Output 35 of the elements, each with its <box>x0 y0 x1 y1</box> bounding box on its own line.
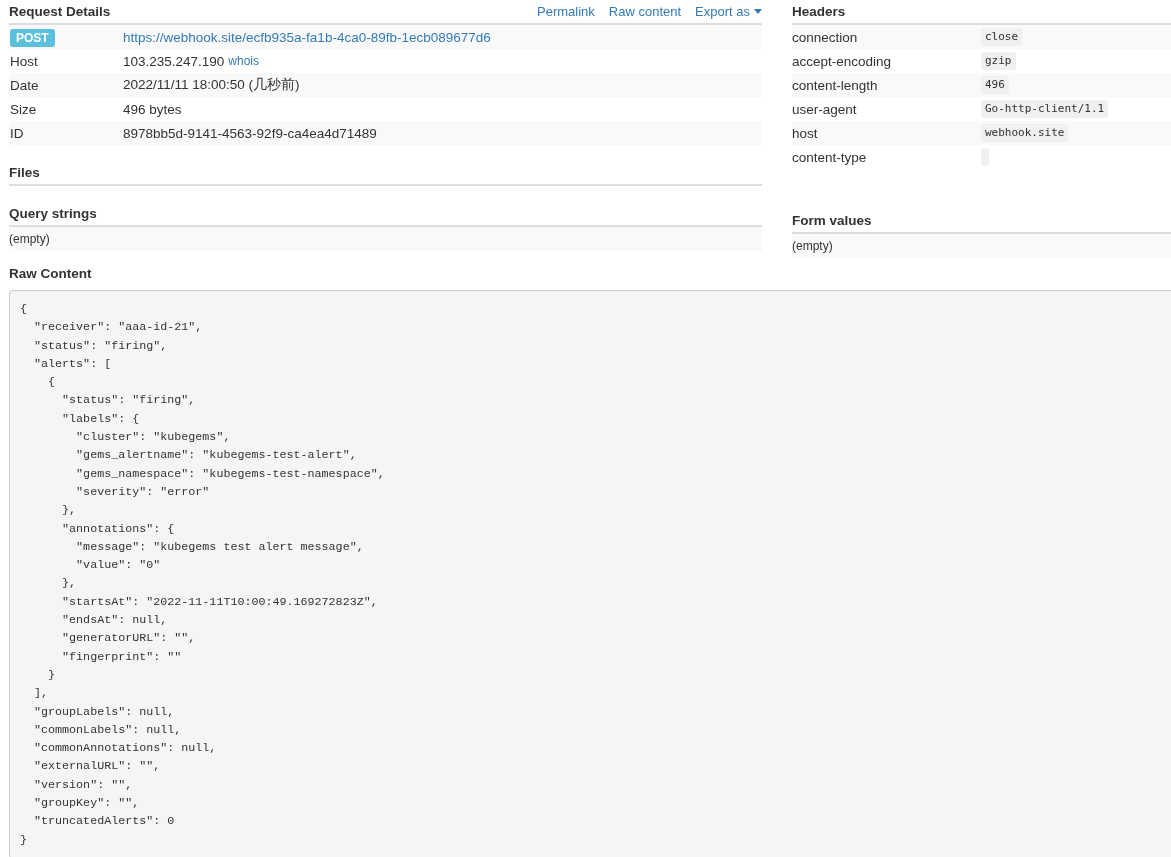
header-value: webhook.site <box>981 124 1069 142</box>
header-name: content-length <box>792 77 879 93</box>
export-dropdown[interactable]: Export as <box>695 4 762 19</box>
detail-value: 2022/11/11 18:00:50 (几秒前) <box>123 76 300 94</box>
header-value: Go-http-client/1.1 <box>981 100 1109 118</box>
section-title: Form values <box>792 213 872 228</box>
header-name: content-type <box>792 149 868 165</box>
detail-label: ID <box>9 125 25 141</box>
header-link[interactable]: Permalink <box>537 4 595 19</box>
section-title: Request Details <box>9 4 111 19</box>
header-name: host <box>792 125 819 141</box>
raw-content-code: { "receiver": "aaa-id-21", "status": "firing", "alerts": [ { "status": "firing", "labels": { "cluster": "kubegems", "gems_alertname": "kubegems-test-alert", "gems_namespace": "kubegems-test-namespace", "severity": "error" }, "annotations": { "message": "kubegems test alert message", "value": "0" }, "startsAt": "2022-11-11T10:00:49.169272823Z", "endsAt": null, "generatorURL": "", "fingerprint": "" } ], "groupLabels": null, "commonLabels": null, "commonAnnotations": null, "externalURL": "", "version": "", "groupKey": "", "truncatedAlerts": 0 } <box>9 290 1171 857</box>
empty-text: (empty) <box>792 239 833 253</box>
empty-text: (empty) <box>9 232 50 246</box>
request-url-link[interactable]: https://webhook.site/ecfb935a-fa1b-4ca0-89fb-1ecb089677d6 <box>123 29 491 45</box>
caret-icon <box>754 9 762 14</box>
header-value: gzip <box>981 52 1016 70</box>
detail-label: Date <box>9 77 40 93</box>
section-title: Headers <box>792 4 846 19</box>
detail-label: Size <box>9 101 38 117</box>
detail-value: 8978bb5d-9141-4563-92f9-ca4ea4d71489 <box>123 125 377 141</box>
section-title: Query strings <box>9 206 97 221</box>
detail-label: Host <box>9 53 39 69</box>
header-link[interactable]: Raw content <box>608 4 682 19</box>
detail-value: 103.235.247.190 <box>123 53 225 69</box>
section-title: Raw Content <box>9 266 92 281</box>
header-name: connection <box>792 29 859 45</box>
header-value: 496 <box>981 76 1009 94</box>
whois-link[interactable]: whois <box>228 54 260 68</box>
section-title: Files <box>9 165 40 180</box>
header-value: close <box>981 28 1023 46</box>
method-badge: POST <box>10 28 55 47</box>
detail-value: 496 bytes <box>123 101 182 117</box>
header-name: accept-encoding <box>792 53 893 69</box>
header-name: user-agent <box>792 101 858 117</box>
